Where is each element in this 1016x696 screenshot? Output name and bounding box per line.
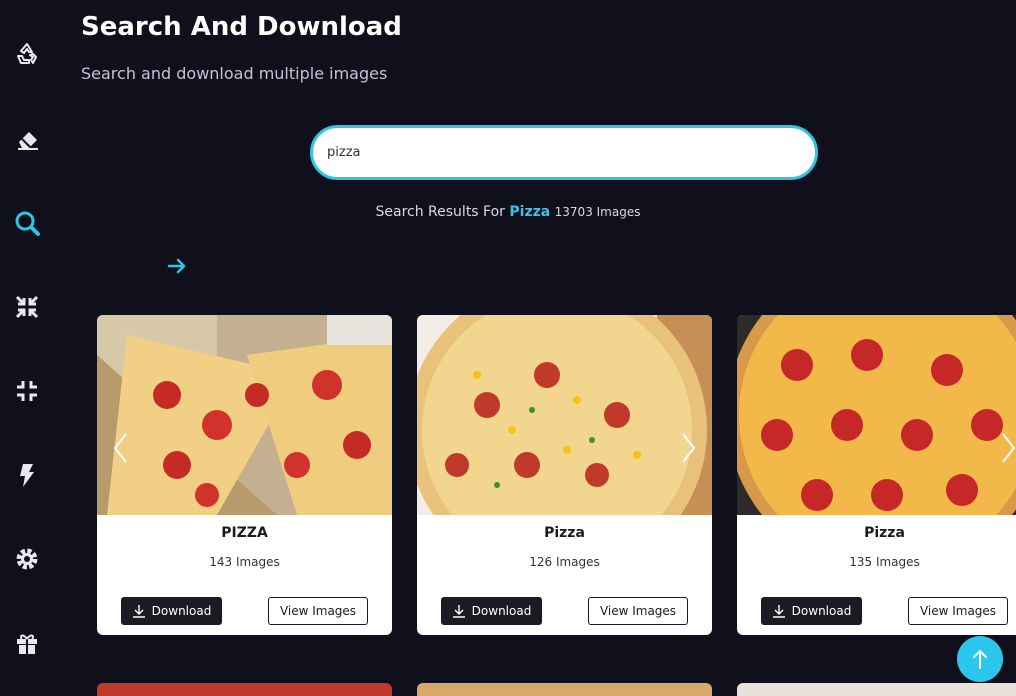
result-card: Pizza 126 Images Download View Images [417, 315, 712, 635]
card-image[interactable] [737, 315, 1016, 515]
page-subtitle: Search and download multiple images [81, 64, 388, 83]
card-count: 143 Images [209, 555, 280, 569]
card-count: 126 Images [529, 555, 600, 569]
eraser-icon[interactable] [8, 120, 46, 158]
download-icon [452, 605, 465, 618]
result-card-partial[interactable] [737, 683, 1016, 696]
result-card: PIZZA 143 Images Download View Images [97, 315, 392, 635]
card-title: Pizza [864, 525, 905, 541]
arrow-right-icon[interactable] [165, 254, 189, 278]
recycle-icon[interactable] [8, 35, 46, 73]
results-prefix: Search Results For [375, 204, 505, 220]
download-button[interactable]: Download [121, 597, 222, 625]
page-title: Search And Download [81, 12, 402, 42]
compress-icon[interactable] [8, 372, 46, 410]
bolt-icon[interactable] [8, 456, 46, 494]
download-label: Download [471, 604, 532, 618]
gear-icon[interactable] [8, 540, 46, 578]
download-icon [772, 605, 785, 618]
chevron-right-icon[interactable] [1000, 431, 1016, 465]
download-button[interactable]: Download [441, 597, 542, 625]
result-card-partial[interactable] [417, 683, 712, 696]
card-title: PIZZA [221, 525, 268, 541]
card-image[interactable] [417, 315, 712, 515]
download-button[interactable]: Download [761, 597, 862, 625]
download-label: Download [791, 604, 852, 618]
download-label: Download [151, 604, 212, 618]
gift-icon[interactable] [8, 624, 46, 662]
search-results-summary: Search Results For Pizza 13703 Images [0, 204, 1016, 220]
view-images-button[interactable]: View Images [908, 597, 1008, 625]
sidebar [0, 0, 56, 696]
result-card: Pizza 135 Images Download View Images [737, 315, 1016, 635]
search-box[interactable] [310, 125, 818, 180]
download-icon [132, 605, 145, 618]
card-title: Pizza [544, 525, 585, 541]
view-images-button[interactable]: View Images [268, 597, 368, 625]
chevron-left-icon[interactable] [111, 431, 129, 465]
results-count: 13703 Images [554, 205, 641, 219]
results-keyword: Pizza [509, 204, 551, 220]
result-card-partial[interactable] [97, 683, 392, 696]
card-count: 135 Images [849, 555, 920, 569]
compress-arrows-icon[interactable] [8, 288, 46, 326]
view-images-button[interactable]: View Images [588, 597, 688, 625]
card-image[interactable] [97, 315, 392, 515]
search-input[interactable] [327, 145, 801, 160]
scroll-to-top-button[interactable] [957, 636, 1003, 682]
arrow-up-icon [973, 649, 987, 669]
chevron-right-icon[interactable] [680, 431, 698, 465]
